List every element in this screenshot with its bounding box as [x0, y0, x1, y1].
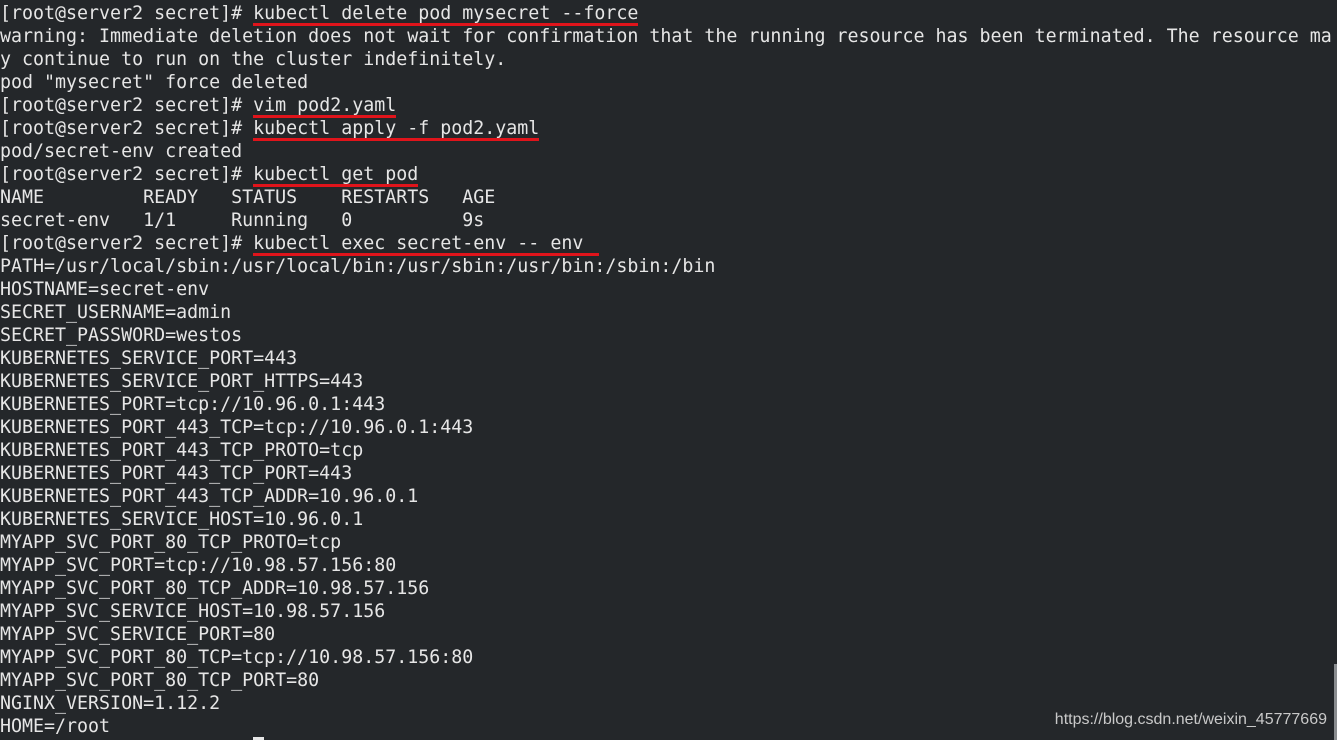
output-line: MYAPP_SVC_PORT_80_TCP_PORT=80 [0, 670, 320, 691]
shell-prompt: [root@server2 secret]# [0, 233, 254, 254]
output-line: PATH=/usr/local/sbin:/usr/local/bin:/usr… [0, 256, 716, 277]
output-line: pod "mysecret" force deleted [0, 72, 309, 93]
command-text: kubectl delete pod mysecret --force [253, 3, 639, 26]
output-line: MYAPP_SVC_SERVICE_PORT=80 [0, 624, 276, 645]
output-line: KUBERNETES_SERVICE_PORT_HTTPS=443 [0, 371, 364, 392]
output-line: NAME READY STATUS RESTARTS AGE [0, 187, 496, 208]
command-line: [root@server2 secret]# kubectl get pod [0, 163, 1337, 187]
output-line: HOSTNAME=secret-env [0, 279, 210, 300]
command-line: [root@server2 secret]# vim pod2.yaml [0, 94, 1337, 118]
command-text: kubectl get pod [253, 164, 419, 187]
terminal-window[interactable]: [root@server2 secret]# kubectl delete po… [0, 2, 1337, 740]
output-line: warning: Immediate deletion does not wai… [0, 26, 1332, 47]
output-line: SECRET_PASSWORD=westos [0, 325, 243, 346]
output-line: KUBERNETES_PORT_443_TCP_PROTO=tcp [0, 440, 364, 461]
shell-prompt: [root@server2 secret]# [0, 3, 254, 24]
output-line: MYAPP_SVC_SERVICE_HOST=10.98.57.156 [0, 601, 386, 622]
command-text: vim pod2.yaml [253, 95, 397, 118]
watermark: https://blog.csdn.net/weixin_45777669 [1054, 711, 1327, 728]
command-text: kubectl apply -f pod2.yaml [253, 118, 540, 141]
output-line: MYAPP_SVC_PORT_80_TCP=tcp://10.98.57.156… [0, 647, 474, 668]
command-line: [root@server2 secret]# kubectl delete po… [0, 2, 1337, 26]
output-line: MYAPP_SVC_PORT_80_TCP_ADDR=10.98.57.156 [0, 578, 430, 599]
output-line: KUBERNETES_SERVICE_PORT=443 [0, 348, 298, 369]
output-line: KUBERNETES_PORT=tcp://10.96.0.1:443 [0, 394, 386, 415]
shell-prompt: [root@server2 secret]# [0, 118, 254, 139]
output-line: KUBERNETES_PORT_443_TCP_PORT=443 [0, 463, 353, 484]
shell-prompt: [root@server2 secret]# [0, 164, 254, 185]
output-line: MYAPP_SVC_PORT=tcp://10.98.57.156:80 [0, 555, 397, 576]
output-line: KUBERNETES_PORT_443_TCP=tcp://10.96.0.1:… [0, 417, 474, 438]
command-text: kubectl exec secret-env -- env [253, 232, 600, 256]
output-line: SECRET_USERNAME=admin [0, 302, 232, 323]
output-line: pod/secret-env created [0, 141, 243, 162]
output-line: secret-env 1/1 Running 0 9s [0, 210, 485, 231]
output-line: KUBERNETES_SERVICE_HOST=10.96.0.1 [0, 509, 364, 530]
output-line: y continue to run on the cluster indefin… [0, 49, 507, 70]
shell-prompt: [root@server2 secret]# [0, 95, 254, 116]
output-line: MYAPP_SVC_PORT_80_TCP_PROTO=tcp [0, 532, 342, 553]
command-line: [root@server2 secret]# kubectl apply -f … [0, 117, 1337, 141]
command-line: [root@server2 secret]# kubectl exec secr… [0, 232, 1337, 256]
output-line: KUBERNETES_PORT_443_TCP_ADDR=10.96.0.1 [0, 486, 419, 507]
